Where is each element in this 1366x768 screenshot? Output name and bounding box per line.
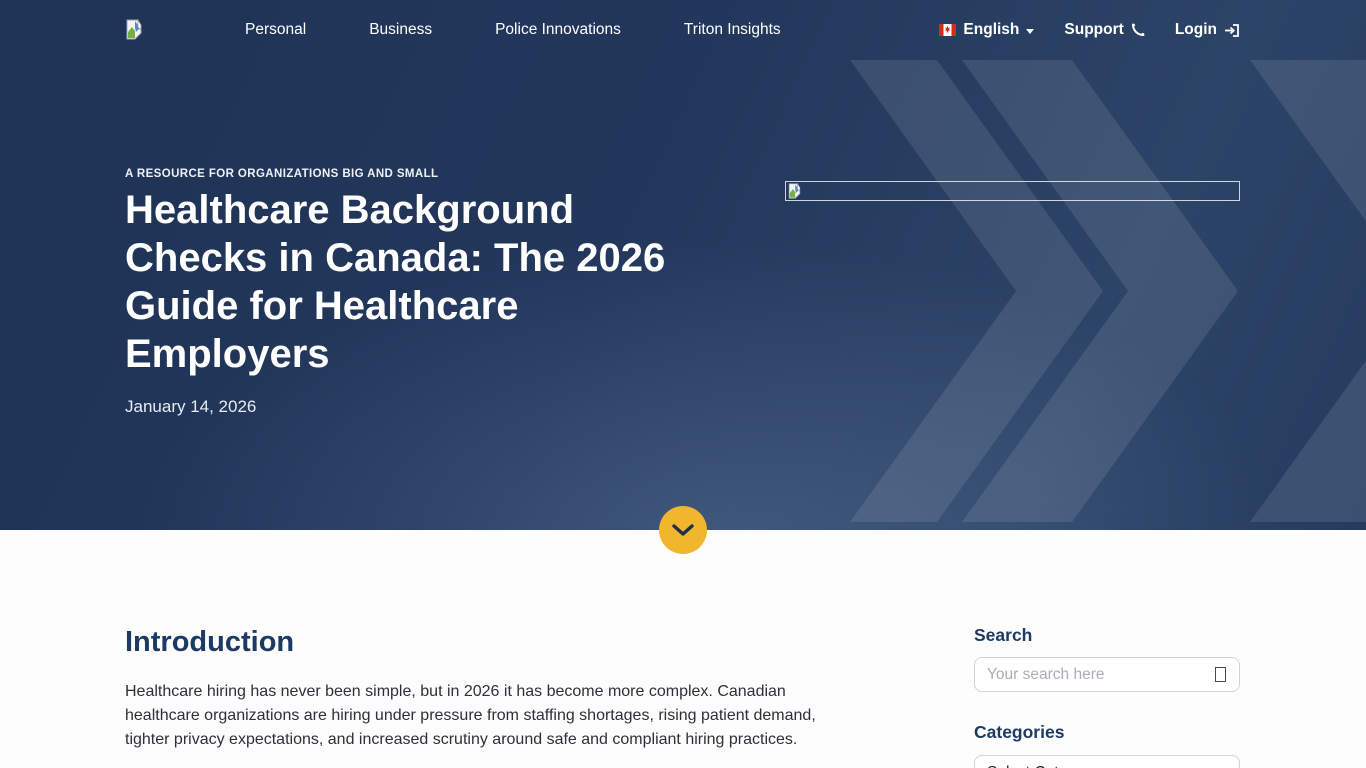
hero-section: Personal Business Police Innovations Tri…: [0, 0, 1366, 530]
article-paragraph: Healthcare hiring has never been simple,…: [125, 680, 825, 752]
nav-item-triton-insights[interactable]: Triton Insights: [684, 21, 781, 39]
phone-icon: [1131, 23, 1145, 37]
support-link[interactable]: Support: [1064, 21, 1144, 39]
page-title: Healthcare Background Checks in Canada: …: [125, 186, 693, 378]
search-heading: Search: [974, 625, 1032, 646]
login-link[interactable]: Login: [1175, 21, 1240, 39]
category-select[interactable]: Select Category: [974, 755, 1240, 768]
search-box: [974, 657, 1240, 692]
canada-flag-icon: [939, 24, 956, 36]
search-input[interactable]: [975, 666, 1215, 684]
language-selector[interactable]: English: [939, 21, 1034, 39]
nav-item-business[interactable]: Business: [369, 21, 432, 39]
nav-utility: English Support Login: [939, 0, 1240, 60]
search-icon[interactable]: [1215, 667, 1226, 682]
language-label: English: [963, 21, 1019, 39]
nav-item-police-innovations[interactable]: Police Innovations: [495, 21, 621, 39]
categories-heading: Categories: [974, 722, 1064, 743]
hero-eyebrow: A RESOURCE FOR ORGANIZATIONS BIG AND SMA…: [125, 168, 438, 180]
nav-menu: Personal Business Police Innovations Tri…: [245, 0, 781, 60]
scroll-down-button[interactable]: [659, 506, 707, 554]
login-label: Login: [1175, 21, 1217, 39]
support-label: Support: [1064, 21, 1123, 39]
nav-item-personal[interactable]: Personal: [245, 21, 306, 39]
chevron-down-icon: [1026, 29, 1034, 34]
sign-in-icon: [1224, 23, 1240, 38]
site-logo-broken-image-icon[interactable]: [126, 19, 142, 40]
article-date: January 14, 2026: [125, 397, 256, 417]
chevron-down-icon: [672, 524, 694, 536]
top-navigation: Personal Business Police Innovations Tri…: [0, 0, 1366, 60]
featured-image-broken-image-icon: [785, 181, 1240, 201]
section-heading: Introduction: [125, 626, 294, 659]
